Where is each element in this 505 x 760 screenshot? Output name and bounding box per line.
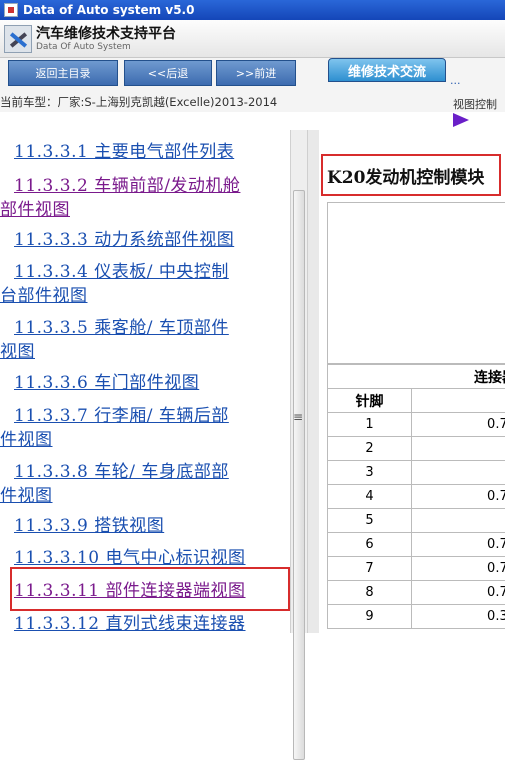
more-link[interactable]: ...	[450, 74, 461, 87]
back-button[interactable]: <<后退	[124, 60, 212, 86]
window-title: Data of Auto system v5.0	[23, 3, 194, 17]
pane-splitter[interactable]	[307, 130, 319, 633]
nav-bar: 返回主目录 <<后退 >>前进 维修技术交流	[0, 58, 505, 90]
table-row: 70.75	[328, 557, 505, 581]
spec-header	[412, 389, 505, 413]
toc-item-11-3-3-6[interactable]: 11.3.3.6 车门部件视图	[0, 371, 288, 395]
table-row: 10.75	[328, 413, 505, 437]
table-row: 40.75	[328, 485, 505, 509]
window-titlebar: Data of Auto system v5.0	[0, 0, 505, 20]
toc-item-11-3-3-5[interactable]: 11.3.3.5 乘客舱/ 车顶部件视图	[0, 316, 288, 364]
toc-item-11-3-3-1[interactable]: 11.3.3.1 主要电气部件列表	[0, 140, 288, 164]
table-header-row: 针脚	[328, 389, 505, 413]
toc-item-11-3-3-3[interactable]: 11.3.3.3 动力系统部件视图	[0, 228, 288, 252]
splitter-grip-icon[interactable]: ≡	[293, 410, 303, 424]
selected-item-highlight	[10, 567, 290, 611]
table-row: 60.75	[328, 533, 505, 557]
table-row: 2	[328, 437, 505, 461]
platform-title: 汽车维修技术支持平台	[36, 26, 176, 42]
table-row: 3	[328, 461, 505, 485]
table-row: 90.35	[328, 605, 505, 629]
back-to-main-button[interactable]: 返回主目录	[8, 60, 118, 86]
toc-item-11-3-3-12[interactable]: 11.3.3.12 直列式线束连接器	[0, 612, 288, 633]
app-header: 汽车维修技术支持平台 Data Of Auto System	[0, 20, 505, 58]
view-control-label: 视图控制	[453, 96, 497, 112]
vehicle-bar: 当前车型：厂家:S-上海别克凯越(Excelle)2013-2014 视图控制	[0, 90, 505, 112]
app-icon	[4, 3, 18, 17]
toc-pane: 11.3.3.1 主要电气部件列表 11.3.3.2 车辆前部/发动机舱部件视图…	[0, 130, 290, 633]
toc-item-11-3-3-8[interactable]: 11.3.3.8 车轮/ 车身底部部件视图	[0, 460, 288, 508]
toc-scrollbar[interactable]	[290, 130, 307, 633]
forward-button[interactable]: >>前进	[216, 60, 296, 86]
pin-table: 连接器 针脚 10.75 2 3 40.75 5 60.75 70.75 80.…	[327, 364, 505, 629]
tech-forum-tab[interactable]: 维修技术交流	[328, 58, 446, 82]
logo-icon	[4, 25, 32, 53]
toc-item-11-3-3-2[interactable]: 11.3.3.2 车辆前部/发动机舱部件视图	[0, 174, 288, 222]
table-header-row: 连接器	[328, 365, 505, 389]
toc-item-11-3-3-7[interactable]: 11.3.3.7 行李厢/ 车辆后部件视图	[0, 404, 288, 452]
module-title: K20发动机控制模块	[321, 154, 501, 196]
connector-header: 连接器	[328, 365, 505, 389]
table-row: 5	[328, 509, 505, 533]
pin-header: 针脚	[328, 389, 412, 413]
toc-item-11-3-3-9[interactable]: 11.3.3.9 搭铁视图	[0, 514, 288, 538]
table-row: 80.75	[328, 581, 505, 605]
current-vehicle: 当前车型：厂家:S-上海别克凯越(Excelle)2013-2014	[0, 94, 277, 110]
scroll-thumb[interactable]	[293, 190, 305, 760]
platform-subtitle: Data Of Auto System	[36, 42, 176, 52]
play-icon[interactable]	[453, 113, 469, 127]
content-pane: K20发动机控制模块 连接器 针脚 10.75 2 3 40.75 5 60.7…	[319, 130, 505, 633]
toc-item-11-3-3-4[interactable]: 11.3.3.4 仪表板/ 中央控制台部件视图	[0, 260, 288, 308]
connector-image	[327, 202, 505, 364]
